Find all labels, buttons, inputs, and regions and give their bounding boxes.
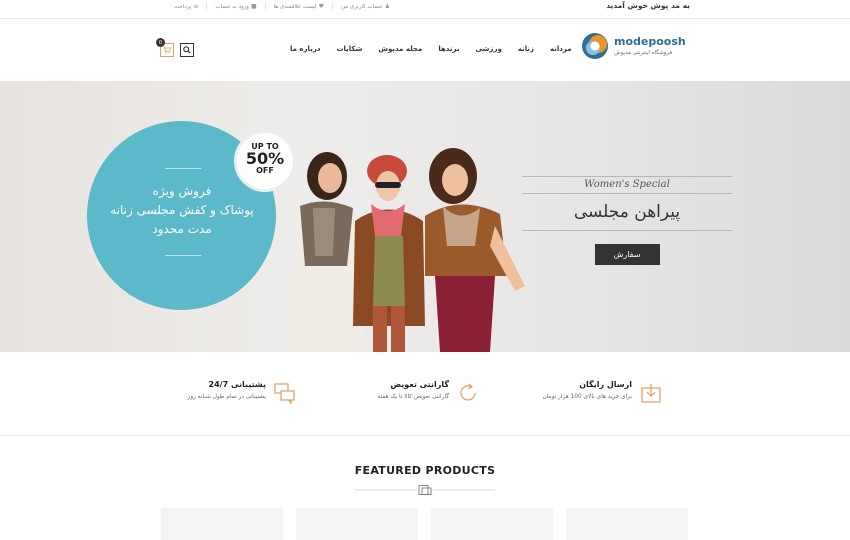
chat-icon <box>274 383 295 404</box>
main-nav: مردانه زنانه ورزشی برندها مجله مدپوش شکا… <box>290 45 572 53</box>
special-title-fa: پیراهن مجلسی <box>573 202 681 222</box>
lock-icon: ■ <box>250 3 257 10</box>
featured-products-title: FEATURED PRODUCTS <box>354 464 496 477</box>
feature-support: پشتیبانی 24/7 پشتیبانی در تمام طول شبانه… <box>126 380 296 410</box>
main-header: modepoosh فروشگاه اینترنتی مدپوش مردانه … <box>0 19 850 81</box>
logo[interactable]: modepoosh فروشگاه اینترنتی مدپوش <box>580 31 686 65</box>
nav-item-complaints[interactable]: شکایات <box>336 45 362 53</box>
special-title-en: Women's Special <box>584 179 670 190</box>
cart-icon <box>163 46 171 54</box>
top-bar: به مد پوش خوش آمدید ♟ حساب کاربری من ♥ لیس… <box>0 0 850 19</box>
top-link-login[interactable]: ■ ورود به حساب <box>206 3 264 10</box>
product-card[interactable] <box>431 508 553 540</box>
logo-mark-icon <box>582 33 608 59</box>
nav-item-women[interactable]: زنانه <box>518 45 534 53</box>
top-link-wishlist[interactable]: ♥ لیست علاقمندی ها <box>264 3 332 10</box>
user-icon: ♟ <box>384 3 390 10</box>
feature-free-shipping: ارسال رایگان برای خرید های بالای 100 هزا… <box>492 380 662 410</box>
nav-item-brands[interactable]: برندها <box>438 45 459 53</box>
promo-divider-top <box>165 168 201 169</box>
promo-divider-bottom <box>165 255 201 256</box>
feature-exchange-guarantee: گارانتی تعویض گارانتی تعویض کالا تا یک ه… <box>309 380 479 410</box>
promo-line-1: فروش ویژه <box>152 184 212 198</box>
nav-item-sport[interactable]: ورزشی <box>475 45 501 53</box>
nav-item-about[interactable]: درباره ما <box>290 45 320 53</box>
top-link-my-account[interactable]: ♟ حساب کاربری من <box>331 3 398 10</box>
nav-item-magazine[interactable]: مجله مدپوش <box>378 45 422 53</box>
cart-count-badge: 0 <box>156 38 165 47</box>
product-card[interactable] <box>296 508 418 540</box>
order-button[interactable]: سفارش <box>594 244 660 265</box>
hero-banner: فروش ویژه پوشاک و کفش مجلسی زنانه مدت مح… <box>0 81 850 352</box>
logo-tagline: فروشگاه اینترنتی مدپوش <box>614 50 673 56</box>
welcome-text: به مد پوش خوش آمدید <box>606 1 690 10</box>
logo-name: modepoosh <box>614 35 686 48</box>
checkout-icon: ≡ <box>193 3 199 10</box>
section-divider-icon <box>355 485 495 495</box>
heart-icon: ♥ <box>318 3 324 10</box>
top-link-checkout[interactable]: ≡ پرداخت <box>166 3 206 10</box>
hero-models-image <box>290 148 525 352</box>
features-strip: ارسال رایگان برای خرید های بالای 100 هزا… <box>0 352 850 436</box>
download-box-icon <box>641 384 661 403</box>
product-card[interactable] <box>161 508 283 540</box>
promo-line-3: مدت محدود <box>152 222 212 236</box>
refresh-icon <box>460 383 476 401</box>
search-icon <box>183 46 191 54</box>
product-card[interactable] <box>566 508 688 540</box>
special-offer: Women's Special پیراهن مجلسی سفارش <box>522 176 732 265</box>
top-links: ♟ حساب کاربری من ♥ لیست علاقمندی ها ■ ورود … <box>166 3 398 10</box>
search-button[interactable] <box>180 43 194 57</box>
nav-item-men[interactable]: مردانه <box>550 45 572 53</box>
promo-line-2: پوشاک و کفش مجلسی زنانه <box>110 203 254 217</box>
